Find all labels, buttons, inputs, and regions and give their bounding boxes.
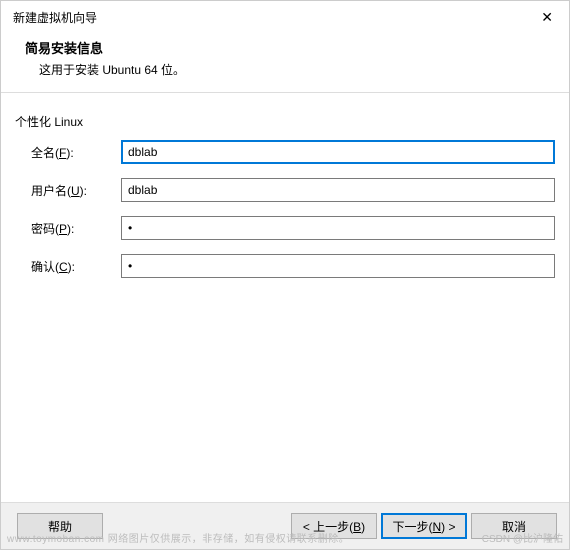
wizard-footer: 帮助 < 上一步(B) 下一步(N) > 取消	[1, 502, 569, 549]
username-label: 用户名(U):	[15, 182, 121, 199]
help-button[interactable]: 帮助	[17, 513, 103, 539]
header-subheading: 这用于安装 Ubuntu 64 位。	[25, 61, 545, 78]
confirm-label: 确认(C):	[15, 258, 121, 275]
window-title: 新建虚拟机向导	[13, 9, 97, 26]
row-username: 用户名(U):	[15, 178, 555, 202]
cancel-button[interactable]: 取消	[471, 513, 557, 539]
password-input[interactable]	[121, 216, 555, 240]
form-area: 全名(F): 用户名(U): 密码(P): 确认(C):	[1, 140, 569, 278]
confirm-input[interactable]	[121, 254, 555, 278]
username-input[interactable]	[121, 178, 555, 202]
section-label: 个性化 Linux	[1, 93, 569, 140]
back-button[interactable]: < 上一步(B)	[291, 513, 377, 539]
row-confirm: 确认(C):	[15, 254, 555, 278]
fullname-input[interactable]	[121, 140, 555, 164]
wizard-header: 简易安装信息 这用于安装 Ubuntu 64 位。	[1, 32, 569, 93]
fullname-label: 全名(F):	[15, 144, 121, 161]
close-icon[interactable]: ✕	[537, 9, 557, 26]
password-label: 密码(P):	[15, 220, 121, 237]
row-password: 密码(P):	[15, 216, 555, 240]
titlebar: 新建虚拟机向导 ✕	[1, 1, 569, 32]
header-heading: 简易安装信息	[25, 38, 545, 57]
next-button[interactable]: 下一步(N) >	[381, 513, 467, 539]
row-fullname: 全名(F):	[15, 140, 555, 164]
